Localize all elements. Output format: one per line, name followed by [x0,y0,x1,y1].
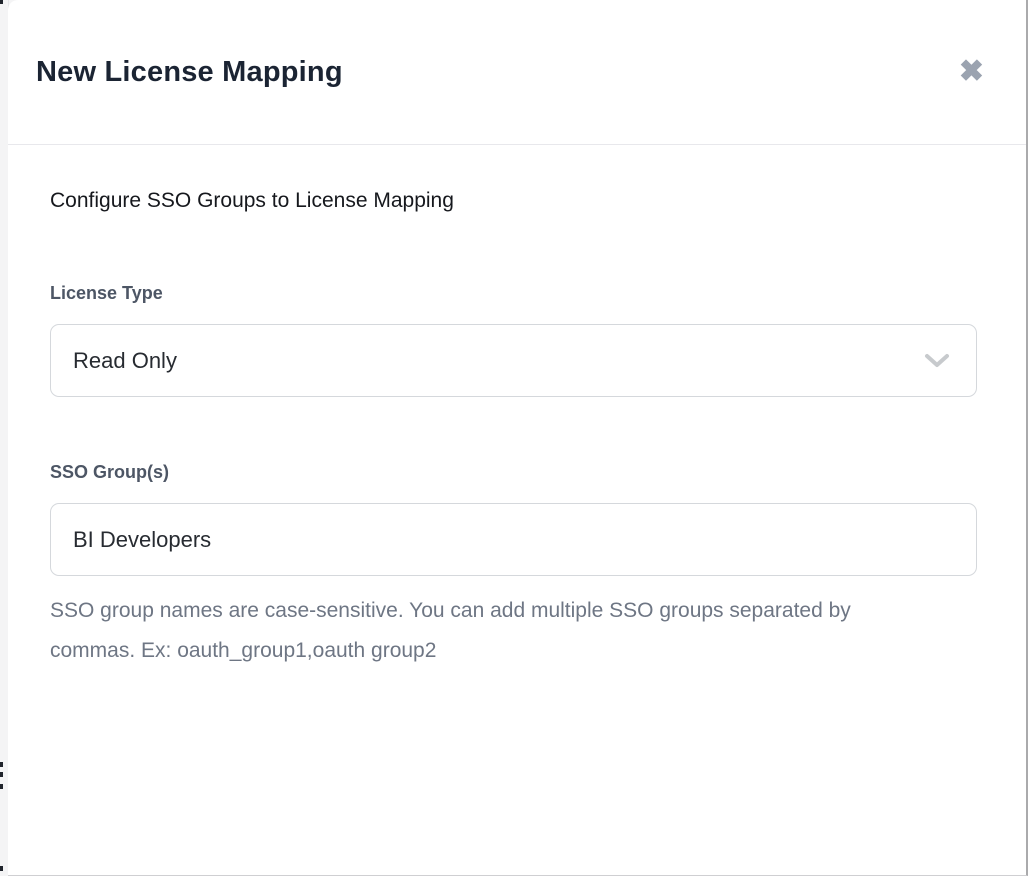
background-artifact [0,0,3,4]
dialog-body: Configure SSO Groups to License Mapping … [8,145,1026,671]
background-artifact [0,866,3,871]
close-icon[interactable]: ✖ [959,57,984,87]
sso-groups-input[interactable] [50,503,977,576]
dialog-title: New License Mapping [36,56,343,89]
license-type-label: License Type [50,282,975,304]
license-type-selected-value: Read Only [73,348,177,374]
background-artifact [0,762,3,767]
chevron-down-icon [924,353,950,369]
background-artifact [0,772,3,777]
license-type-select[interactable]: Read Only [50,324,977,397]
sso-groups-label: SSO Group(s) [50,461,975,483]
sso-groups-help-text: SSO group names are case-sensitive. You … [50,591,890,671]
new-license-mapping-dialog: New License Mapping ✖ Configure SSO Grou… [8,0,1028,876]
dialog-header: New License Mapping ✖ [8,0,1026,145]
background-artifact [0,784,3,789]
screen: New License Mapping ✖ Configure SSO Grou… [0,0,1028,876]
section-heading: Configure SSO Groups to License Mapping [50,188,975,214]
